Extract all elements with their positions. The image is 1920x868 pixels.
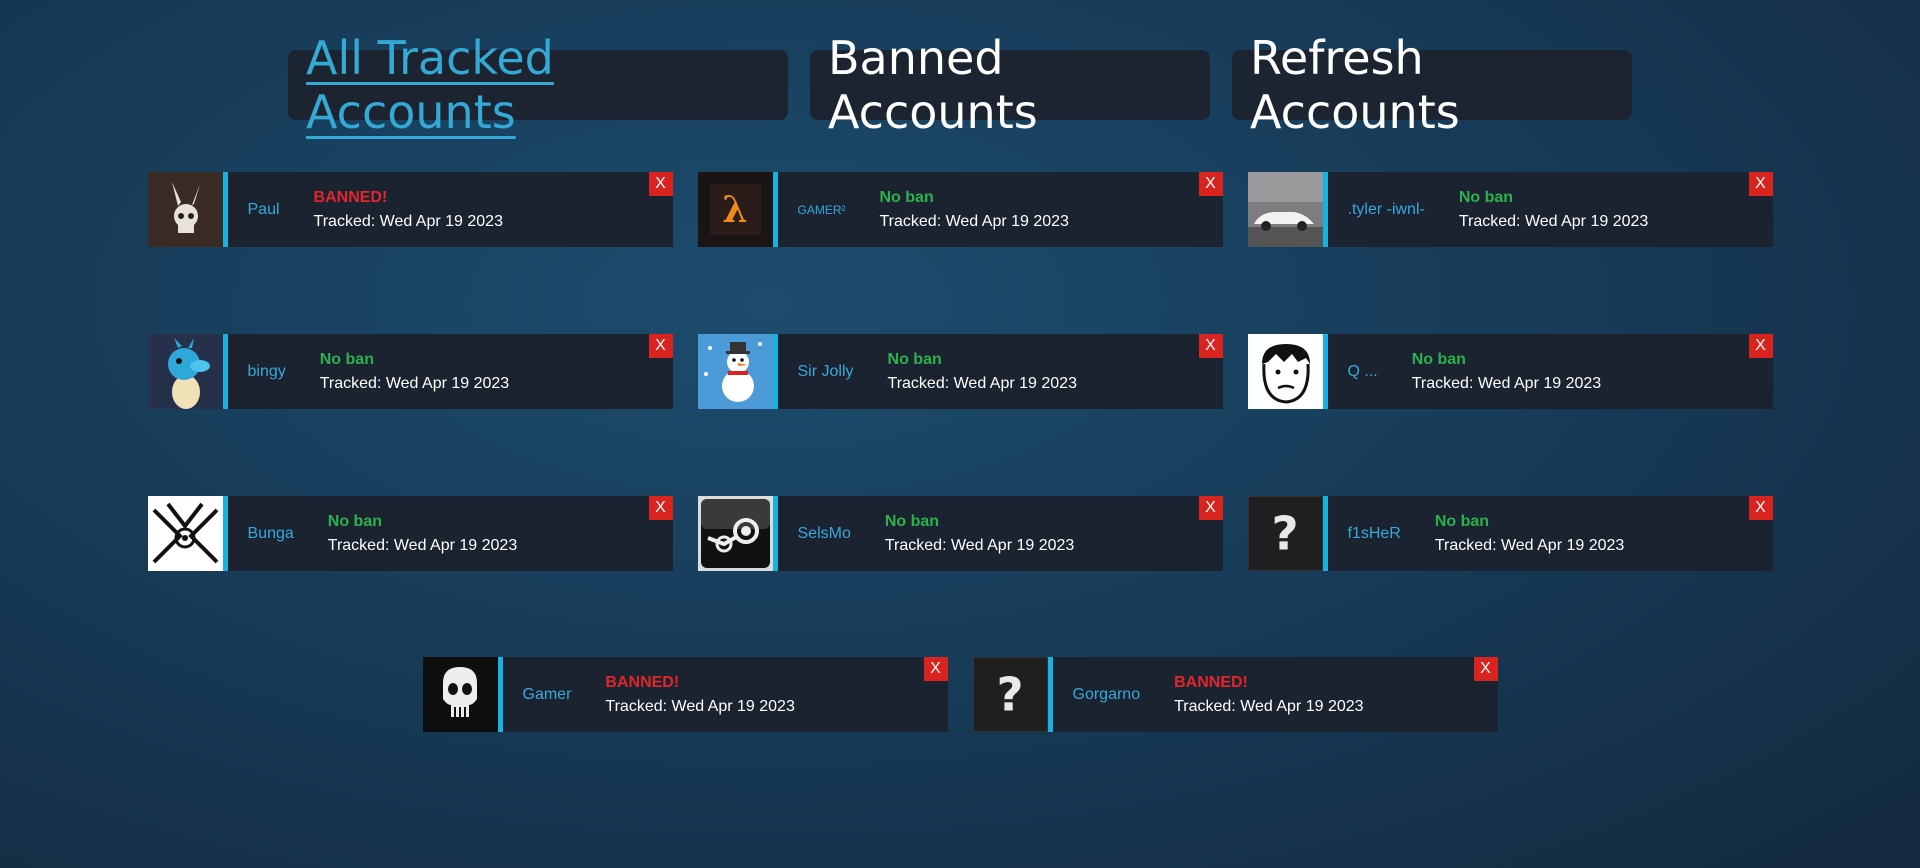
account-card: ? Gorgarno BANNED! Tracked: Wed Apr 19 2… xyxy=(972,657,1498,732)
remove-account-button[interactable]: X xyxy=(923,657,948,681)
ban-status: No ban xyxy=(887,350,942,368)
tracked-date: Tracked: Wed Apr 19 2023 xyxy=(319,374,510,392)
account-card: Q ... No ban Tracked: Wed Apr 19 2023 X xyxy=(1247,334,1773,409)
account-card: Sir Jolly No ban Tracked: Wed Apr 19 202… xyxy=(697,334,1223,409)
remove-account-button[interactable]: X xyxy=(1748,172,1773,196)
ban-status: No ban xyxy=(327,512,382,530)
remove-account-button[interactable]: X xyxy=(648,334,673,358)
svg-text:?: ? xyxy=(1271,508,1298,562)
tracked-date: Tracked: Wed Apr 19 2023 xyxy=(313,212,503,230)
ban-status: No ban xyxy=(879,188,934,206)
account-card: Gamer BANNED! Tracked: Wed Apr 19 2023 X xyxy=(422,657,948,732)
account-info: BANNED! Tracked: Wed Apr 19 2023 xyxy=(1140,657,1363,732)
sketch-face-avatar-icon[interactable] xyxy=(1247,334,1323,409)
account-name[interactable]: GAMER² xyxy=(778,172,846,247)
accounts-row: Gamer BANNED! Tracked: Wed Apr 19 2023 X… xyxy=(0,657,1920,732)
tracked-date: Tracked: Wed Apr 19 2023 xyxy=(1458,212,1649,230)
skull-bunny-avatar-icon[interactable] xyxy=(147,172,223,247)
account-card: ? f1sHeR No ban Tracked: Wed Apr 19 2023… xyxy=(1247,496,1773,571)
emblem-avatar-icon[interactable] xyxy=(147,496,223,571)
tracked-date: Tracked: Wed Apr 19 2023 xyxy=(605,697,795,715)
account-name[interactable]: Gorgarno xyxy=(1053,657,1141,732)
tracked-date: Tracked: Wed Apr 19 2023 xyxy=(1434,536,1625,554)
account-name[interactable]: Q ... xyxy=(1328,334,1378,409)
account-name[interactable]: .tyler -iwnl- xyxy=(1328,172,1425,247)
lambda-avatar-icon[interactable]: λ xyxy=(697,172,773,247)
account-info: No ban Tracked: Wed Apr 19 2023 xyxy=(294,496,517,571)
accounts-row: bingy No ban Tracked: Wed Apr 19 2023 X … xyxy=(0,334,1920,409)
ban-status: BANNED! xyxy=(313,188,388,206)
ban-status: BANNED! xyxy=(605,673,680,691)
question-mark-avatar-icon[interactable]: ? xyxy=(972,657,1048,732)
account-card: λ GAMER² No ban Tracked: Wed Apr 19 2023… xyxy=(697,172,1223,247)
ban-status: No ban xyxy=(884,512,940,530)
account-card: Bunga No ban Tracked: Wed Apr 19 2023 X xyxy=(147,496,673,571)
account-info: No ban Tracked: Wed Apr 19 2023 xyxy=(1425,172,1648,247)
accounts-row: Bunga No ban Tracked: Wed Apr 19 2023 X … xyxy=(0,496,1920,571)
remove-account-button[interactable]: X xyxy=(1198,496,1223,520)
svg-text:λ: λ xyxy=(722,189,747,231)
remove-account-button[interactable]: X xyxy=(1198,334,1223,358)
banned-accounts-button[interactable]: Banned Accounts xyxy=(810,31,1210,139)
snowman-avatar-icon[interactable] xyxy=(697,334,773,409)
remove-account-button[interactable]: X xyxy=(1748,496,1773,520)
account-info: No ban Tracked: Wed Apr 19 2023 xyxy=(1401,496,1624,571)
account-info: No ban Tracked: Wed Apr 19 2023 xyxy=(1378,334,1601,409)
accounts-row: Paul BANNED! Tracked: Wed Apr 19 2023 X … xyxy=(0,172,1920,247)
account-info: No ban Tracked: Wed Apr 19 2023 xyxy=(851,496,1074,571)
account-name[interactable]: Gamer xyxy=(503,657,572,732)
account-info: No ban Tracked: Wed Apr 19 2023 xyxy=(286,334,509,409)
account-info: BANNED! Tracked: Wed Apr 19 2023 xyxy=(571,657,794,732)
steam-logo-avatar-icon[interactable] xyxy=(697,496,773,571)
remove-account-button[interactable]: X xyxy=(1198,172,1223,196)
svg-text:?: ? xyxy=(996,669,1023,723)
ban-status: BANNED! xyxy=(1174,673,1248,691)
tracked-date: Tracked: Wed Apr 19 2023 xyxy=(327,536,518,554)
account-name[interactable]: Paul xyxy=(228,172,280,247)
ban-status: No ban xyxy=(1411,350,1466,368)
refresh-accounts-button[interactable]: Refresh Accounts xyxy=(1232,31,1632,139)
remove-account-button[interactable]: X xyxy=(648,496,673,520)
account-name[interactable]: bingy xyxy=(228,334,286,409)
tracked-date: Tracked: Wed Apr 19 2023 xyxy=(1174,697,1364,715)
car-photo-avatar-icon[interactable] xyxy=(1247,172,1323,247)
account-card: .tyler -iwnl- No ban Tracked: Wed Apr 19… xyxy=(1247,172,1773,247)
ban-status: No ban xyxy=(319,350,374,368)
account-name[interactable]: Bunga xyxy=(228,496,294,571)
ban-status: No ban xyxy=(1458,188,1514,206)
account-name[interactable]: Sir Jolly xyxy=(778,334,854,409)
tracked-date: Tracked: Wed Apr 19 2023 xyxy=(1411,374,1602,392)
remove-account-button[interactable]: X xyxy=(1473,657,1498,681)
account-card: Paul BANNED! Tracked: Wed Apr 19 2023 X xyxy=(147,172,673,247)
account-info: BANNED! Tracked: Wed Apr 19 2023 xyxy=(280,172,503,247)
account-info: No ban Tracked: Wed Apr 19 2023 xyxy=(854,334,1077,409)
account-card: bingy No ban Tracked: Wed Apr 19 2023 X xyxy=(147,334,673,409)
question-mark-avatar-icon[interactable]: ? xyxy=(1247,496,1323,571)
ban-status: No ban xyxy=(1434,512,1490,530)
all-tracked-accounts-button[interactable]: All Tracked Accounts xyxy=(288,31,788,139)
blue-duck-avatar-icon[interactable] xyxy=(147,334,223,409)
punisher-skull-avatar-icon[interactable] xyxy=(422,657,498,732)
account-name[interactable]: f1sHeR xyxy=(1328,496,1401,571)
tracked-date: Tracked: Wed Apr 19 2023 xyxy=(887,374,1077,392)
nav-bar: All Tracked Accounts Banned Accounts Ref… xyxy=(0,31,1920,139)
account-info: No ban Tracked: Wed Apr 19 2023 xyxy=(846,172,1069,247)
remove-account-button[interactable]: X xyxy=(648,172,673,196)
tracked-date: Tracked: Wed Apr 19 2023 xyxy=(884,536,1075,554)
remove-account-button[interactable]: X xyxy=(1748,334,1773,358)
account-card: SelsMo No ban Tracked: Wed Apr 19 2023 X xyxy=(697,496,1223,571)
account-name[interactable]: SelsMo xyxy=(778,496,851,571)
tracked-date: Tracked: Wed Apr 19 2023 xyxy=(879,212,1069,230)
